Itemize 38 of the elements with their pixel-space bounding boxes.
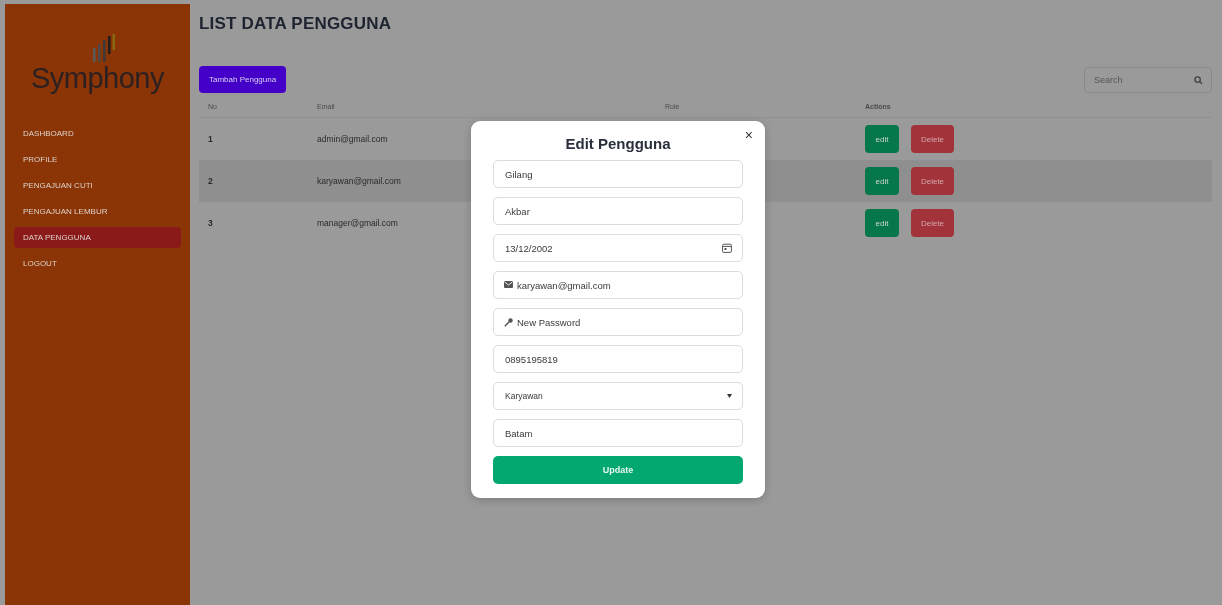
input-field[interactable]: 0895195819 (493, 345, 743, 373)
bars-logo-icon (92, 34, 115, 62)
edit-button[interactable]: edit (865, 125, 899, 153)
close-button[interactable]: × (742, 127, 755, 143)
input-field[interactable]: Batam (493, 419, 743, 447)
input-field[interactable]: karyawan@gmail.com (493, 271, 743, 299)
table-cell: manager@gmail.com (317, 218, 398, 228)
key-icon (504, 318, 513, 327)
nav-item[interactable]: PENGAJUAN LEMBUR (14, 201, 181, 222)
table-cell: karyawan@gmail.com (317, 176, 401, 186)
table-cell: 1 (208, 134, 213, 144)
table-cell: 3 (208, 218, 213, 228)
nav-item[interactable]: DATA PENGGUNA (14, 227, 181, 248)
table-cell: admin@gmail.com (317, 134, 388, 144)
modal-title: Edit Pengguna (564, 135, 672, 152)
input-field[interactable]: 13/12/2002 (493, 234, 743, 262)
delete-button[interactable]: Delete (911, 209, 954, 237)
nav-item[interactable]: LOGOUT (14, 253, 181, 274)
delete-button[interactable]: Delete (911, 125, 954, 153)
search-icon (1194, 75, 1203, 85)
nav-item[interactable]: PENGAJUAN CUTI (14, 175, 181, 196)
nav-item[interactable]: PROFILE (14, 149, 181, 170)
edit-button[interactable]: edit (865, 209, 899, 237)
page-title: LIST DATA PENGGUNA (199, 14, 393, 34)
input-field[interactable]: New Password (493, 308, 743, 336)
input-field[interactable]: Karyawan (493, 382, 743, 410)
dropdown-caret-icon (727, 394, 732, 398)
search-field[interactable]: Search (1084, 66, 1212, 93)
delete-button[interactable]: Delete (911, 167, 954, 195)
add-user-button[interactable]: Tambah Pengguna (199, 66, 287, 93)
table-cell: 2 (208, 176, 213, 186)
envelope-icon (504, 281, 513, 288)
calendar-icon (722, 243, 732, 253)
logo-text: Symphony (31, 62, 164, 95)
nav-item[interactable]: DASHBOARD (14, 123, 181, 144)
input-field[interactable]: Akbar (493, 197, 743, 225)
edit-button[interactable]: edit (865, 167, 899, 195)
input-field[interactable]: Gilang (493, 160, 743, 188)
